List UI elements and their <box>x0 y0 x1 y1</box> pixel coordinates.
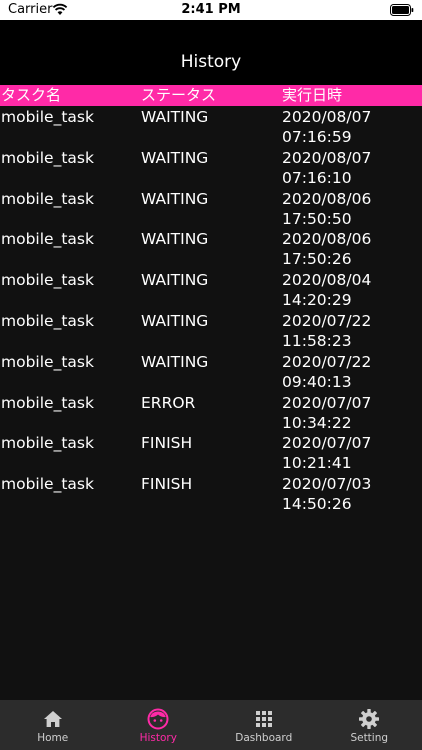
executed-time: 11:58:23 <box>282 331 352 350</box>
executed-date: 2020/07/03 <box>282 475 372 494</box>
executed-at-cell: 2020/08/07 07:16:59 <box>282 107 422 147</box>
status-time: 2:41 PM <box>181 2 241 17</box>
executed-date: 2020/07/07 <box>282 393 372 412</box>
executed-at-cell: 2020/08/07 07:16:10 <box>282 148 422 188</box>
tab-label-dashboard: Dashboard <box>235 732 293 744</box>
status-cell: WAITING <box>141 148 209 167</box>
executed-date: 2020/08/04 <box>282 271 372 290</box>
status-cell: WAITING <box>141 311 209 330</box>
task-name-cell: mobile_task <box>1 352 94 371</box>
executed-time: 17:50:26 <box>282 250 352 269</box>
executed-at-cell: 2020/07/22 11:58:23 <box>282 311 422 351</box>
tab-label-home: Home <box>37 732 69 744</box>
executed-at-cell: 2020/07/03 14:50:26 <box>282 474 422 514</box>
executed-time: 14:20:29 <box>282 291 352 310</box>
task-name-cell: mobile_task <box>1 475 94 494</box>
executed-time: 07:16:10 <box>282 168 352 187</box>
executed-time: 10:21:41 <box>282 454 352 473</box>
executed-time: 07:16:59 <box>282 128 352 146</box>
executed-date: 2020/08/06 <box>282 189 372 208</box>
column-header-task-name: タスク名 <box>1 86 62 104</box>
executed-at-cell: 2020/08/06 17:50:50 <box>282 189 422 229</box>
table-row[interactable]: mobile_task WAITING 2020/08/06 17:50:26 <box>0 229 422 270</box>
table-row[interactable]: mobile_task WAITING 2020/07/22 09:40:13 <box>0 352 422 393</box>
column-header-executed-at: 実行日時 <box>282 86 343 104</box>
status-cell: WAITING <box>141 271 209 290</box>
executed-at-cell: 2020/07/22 09:40:13 <box>282 352 422 392</box>
page-title: History <box>180 52 242 72</box>
task-name-cell: mobile_task <box>1 271 94 290</box>
navigation-bar: History <box>0 20 422 85</box>
status-cell: WAITING <box>141 230 209 249</box>
executed-time: 10:34:22 <box>282 413 352 432</box>
executed-date: 2020/07/22 <box>282 352 372 371</box>
executed-at-cell: 2020/07/07 10:21:41 <box>282 433 422 473</box>
table-row[interactable]: mobile_task ERROR 2020/07/07 10:34:22 <box>0 393 422 434</box>
gear-icon <box>359 709 380 729</box>
executed-time: 09:40:13 <box>282 372 352 391</box>
executed-at-cell: 2020/08/06 17:50:26 <box>282 229 422 269</box>
tab-home[interactable]: Home <box>0 700 106 750</box>
executed-time: 17:50:50 <box>282 209 352 228</box>
task-name-cell: mobile_task <box>1 230 94 249</box>
task-name-cell: mobile_task <box>1 108 94 126</box>
executed-time: 14:50:26 <box>282 495 352 514</box>
status-cell: WAITING <box>141 352 209 371</box>
executed-date: 2020/08/07 <box>282 108 372 126</box>
home-icon <box>43 711 62 727</box>
tab-label-history: History <box>139 732 177 744</box>
tab-setting[interactable]: Setting <box>317 700 422 750</box>
task-name-cell: mobile_task <box>1 434 94 453</box>
status-cell: WAITING <box>141 108 209 126</box>
status-cell: WAITING <box>141 189 209 208</box>
table-header: タスク名 ステータス 実行日時 <box>0 85 422 106</box>
executed-at-cell: 2020/08/04 14:20:29 <box>282 270 422 310</box>
face-icon <box>147 708 169 730</box>
column-header-status: ステータス <box>141 86 217 104</box>
status-cell: FINISH <box>141 434 193 453</box>
status-bar: Carrier 2:41 PM <box>0 0 422 20</box>
status-cell: FINISH <box>141 475 193 494</box>
table-row[interactable]: mobile_task WAITING 2020/07/22 11:58:23 <box>0 311 422 352</box>
table-row[interactable]: mobile_task FINISH 2020/07/03 14:50:26 <box>0 474 422 515</box>
history-table-body: mobile_task WAITING 2020/08/07 07:16:59 … <box>0 107 422 515</box>
table-row[interactable]: mobile_task WAITING 2020/08/07 07:16:59 <box>0 107 422 148</box>
task-name-cell: mobile_task <box>1 148 94 167</box>
tab-history[interactable]: History <box>106 700 212 750</box>
executed-date: 2020/07/22 <box>282 311 372 330</box>
table-row[interactable]: mobile_task WAITING 2020/08/07 07:16:10 <box>0 148 422 189</box>
status-cell: ERROR <box>141 393 196 412</box>
tab-dashboard[interactable]: Dashboard <box>211 700 317 750</box>
grid-icon <box>255 711 272 727</box>
task-name-cell: mobile_task <box>1 189 94 208</box>
executed-date: 2020/08/06 <box>282 230 372 249</box>
task-name-cell: mobile_task <box>1 311 94 330</box>
app-content: History タスク名 ステータス 実行日時 mobile_task WAIT… <box>0 20 422 700</box>
executed-date: 2020/08/07 <box>282 148 372 167</box>
tab-bar: Home History Dashboard Setting <box>0 700 422 750</box>
table-row[interactable]: mobile_task WAITING 2020/08/06 17:50:50 <box>0 189 422 230</box>
battery-icon <box>390 4 414 16</box>
executed-at-cell: 2020/07/07 10:34:22 <box>282 393 422 433</box>
tab-label-setting: Setting <box>350 732 389 744</box>
executed-date: 2020/07/07 <box>282 434 372 453</box>
table-row[interactable]: mobile_task WAITING 2020/08/04 14:20:29 <box>0 270 422 311</box>
table-row[interactable]: mobile_task FINISH 2020/07/07 10:21:41 <box>0 433 422 474</box>
task-name-cell: mobile_task <box>1 393 94 412</box>
